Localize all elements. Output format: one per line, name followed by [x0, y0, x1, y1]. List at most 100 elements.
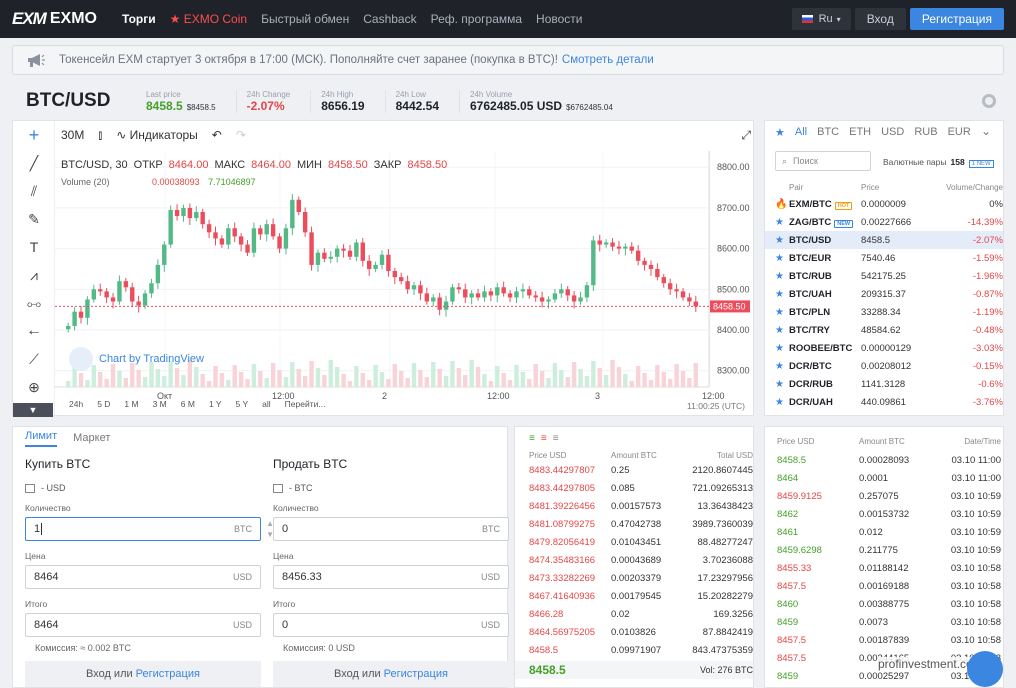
- register-button[interactable]: Регистрация: [909, 8, 1004, 30]
- tab-market[interactable]: Маркет: [73, 432, 110, 444]
- sell-qty-input[interactable]: 0BTC▲▼: [273, 517, 522, 541]
- nav-quick-exchange[interactable]: Быстрый обмен: [261, 12, 349, 26]
- pair-row[interactable]: ★ BTC/RUB 542175.25 -1.96%: [765, 267, 1003, 285]
- pair-row[interactable]: ★ ROOBEE/BTC 0.00000129 -3.03%: [765, 339, 1003, 357]
- fib-icon[interactable]: ⫽: [13, 177, 55, 205]
- star-icon[interactable]: ★: [775, 325, 789, 336]
- book-row[interactable]: 8483.44297807 0.25 2120.8607445: [529, 461, 753, 479]
- book-both-icon[interactable]: ≡: [529, 433, 535, 444]
- book-asks-icon[interactable]: ≡: [541, 433, 547, 444]
- star-icon[interactable]: ★: [775, 253, 789, 264]
- tradingview-badge[interactable]: Chart by TradingView: [69, 347, 204, 371]
- pair-row[interactable]: ★ BTC/PLN 33288.34 -1.19%: [765, 303, 1003, 321]
- auth-register-link[interactable]: Регистрация: [384, 668, 448, 680]
- range-all[interactable]: all: [262, 399, 271, 409]
- nav-exmo-coin[interactable]: ★ EXMO Coin: [170, 12, 247, 26]
- book-row[interactable]: 8458.5 0.09971907 843.47375359: [529, 641, 753, 659]
- sell-auth-button[interactable]: Вход или Регистрация: [273, 661, 509, 687]
- candles-icon[interactable]: ⫾: [98, 128, 102, 143]
- range-3m[interactable]: 3 M: [153, 399, 167, 409]
- star-icon[interactable]: ★: [775, 361, 789, 372]
- undo-icon[interactable]: ↶: [212, 128, 222, 142]
- trendline-icon[interactable]: ╱: [13, 149, 55, 177]
- tab-usd[interactable]: USD: [881, 126, 904, 138]
- chevron-down-icon[interactable]: ⌄: [981, 124, 991, 138]
- zoom-icon[interactable]: ⊕: [13, 373, 55, 401]
- exmo-logo[interactable]: EXM EXMO: [12, 9, 122, 29]
- pair-row[interactable]: ★ BTC/USD 8458.5 -2.07%: [765, 231, 1003, 249]
- range-1m[interactable]: 1 M: [124, 399, 138, 409]
- indicators-button[interactable]: ∿ Индикаторы: [116, 128, 198, 142]
- sell-total-input[interactable]: 0 USD: [273, 613, 509, 637]
- book-row[interactable]: 8481.39226456 0.00157573 13.36438423: [529, 497, 753, 515]
- sell-price-input[interactable]: 8456.33 USD: [273, 565, 509, 589]
- pair-row[interactable]: ★ DCR/UAH 440.09861 -3.76%: [765, 393, 1003, 411]
- buy-price-input[interactable]: 8464 USD: [25, 565, 261, 589]
- buy-qty-input[interactable]: 1 BTC ▲ ▼: [25, 517, 274, 541]
- pair-row[interactable]: ★ ZAG/BTC NEW 0.00227666 -14.39%: [765, 213, 1003, 231]
- book-row[interactable]: 8464.56975205 0.0103826 87.8842419: [529, 623, 753, 641]
- pair-row[interactable]: ★ DCR/BTC 0.00208012 -0.15%: [765, 357, 1003, 375]
- star-icon[interactable]: ★: [775, 379, 789, 390]
- book-row[interactable]: 8474.35483166 0.00043689 3.70236088: [529, 551, 753, 569]
- book-row[interactable]: 8467.41640936 0.00179545 15.20282279: [529, 587, 753, 605]
- range-5d[interactable]: 5 D: [97, 399, 110, 409]
- login-button[interactable]: Вход: [854, 8, 906, 30]
- star-icon[interactable]: ★: [775, 397, 789, 408]
- nav-referral[interactable]: Реф. программа: [431, 12, 522, 26]
- pair-search-input[interactable]: ⌕ Поиск: [775, 151, 871, 171]
- tab-rub[interactable]: RUB: [914, 126, 937, 138]
- auth-login-link[interactable]: Вход: [86, 668, 111, 680]
- nav-cashback[interactable]: Cashback: [363, 12, 416, 26]
- tab-all[interactable]: All: [795, 126, 807, 138]
- fire-icon[interactable]: 🔥: [775, 199, 789, 210]
- buy-auth-button[interactable]: Вход или Регистрация: [25, 661, 261, 687]
- tab-eur[interactable]: EUR: [948, 126, 971, 138]
- auth-register-link[interactable]: Регистрация: [136, 668, 200, 680]
- tab-eth[interactable]: ETH: [849, 126, 871, 138]
- book-row[interactable]: 8481.08799275 0.47042738 3989.7360039: [529, 515, 753, 533]
- language-selector[interactable]: Ru ▾: [791, 8, 851, 30]
- pair-row[interactable]: ★ BTC/EUR 7540.46 -1.59%: [765, 249, 1003, 267]
- fullscreen-icon[interactable]: ⤢: [741, 128, 751, 143]
- chart-canvas[interactable]: 8800.00 8700.00 8600.00 8500.00 8400.00 8300.…: [55, 151, 755, 417]
- interval-selector[interactable]: 30М: [61, 128, 84, 142]
- brush-icon[interactable]: ✎: [13, 205, 55, 233]
- collapse-toolbar-button[interactable]: ▼: [13, 403, 53, 417]
- range-5y[interactable]: 5 Y: [236, 399, 249, 409]
- book-row[interactable]: 8466.28 0.02 169.3256: [529, 605, 753, 623]
- buy-total-input[interactable]: 8464 USD: [25, 613, 261, 637]
- crosshair-icon[interactable]: +: [13, 121, 55, 149]
- range-6m[interactable]: 6 M: [181, 399, 195, 409]
- book-bids-icon[interactable]: ≡: [553, 433, 559, 444]
- tab-btc[interactable]: BTC: [817, 126, 839, 138]
- star-icon[interactable]: ★: [775, 271, 789, 282]
- goto-date[interactable]: Перейти...: [285, 399, 326, 409]
- pattern-icon[interactable]: ⩘: [13, 261, 55, 289]
- star-icon[interactable]: ★: [775, 307, 789, 318]
- text-icon[interactable]: T: [13, 233, 55, 261]
- favorites-star-icon[interactable]: ★: [775, 126, 785, 139]
- pair-row[interactable]: 🔥 EXM/BTC HOT 0.0000009 0%: [765, 195, 1003, 213]
- star-icon[interactable]: ★: [775, 289, 789, 300]
- price-chart[interactable]: 8800.00 8700.00 8600.00 8500.00 8400.00 8300.…: [55, 151, 755, 417]
- star-icon[interactable]: ★: [775, 343, 789, 354]
- star-icon[interactable]: ★: [775, 235, 789, 246]
- nav-news[interactable]: Новости: [536, 12, 582, 26]
- pair-row[interactable]: ★ DCR/RUB 1141.3128 -0.6%: [765, 375, 1003, 393]
- chat-support-icon[interactable]: [967, 651, 1003, 687]
- arrow-left-icon[interactable]: ←: [13, 317, 55, 345]
- book-row[interactable]: 8473.33282269 0.00203379 17.23297956: [529, 569, 753, 587]
- announcement-link[interactable]: Смотреть детали: [562, 54, 654, 66]
- star-icon[interactable]: ★: [775, 217, 789, 228]
- range-1y[interactable]: 1 Y: [209, 399, 222, 409]
- ruler-icon[interactable]: ⟋: [13, 345, 55, 373]
- range-24h[interactable]: 24h: [69, 399, 83, 409]
- nav-trading[interactable]: Торги: [122, 12, 156, 26]
- pair-row[interactable]: ★ BTC/UAH 209315.37 -0.87%: [765, 285, 1003, 303]
- settings-gear-icon[interactable]: [982, 94, 996, 108]
- measure-icon[interactable]: ⧟: [13, 289, 55, 317]
- auth-login-link[interactable]: Вход: [334, 668, 359, 680]
- book-row[interactable]: 8483.44297805 0.085 721.09265313: [529, 479, 753, 497]
- pair-row[interactable]: ★ BTC/TRY 48584.62 -0.48%: [765, 321, 1003, 339]
